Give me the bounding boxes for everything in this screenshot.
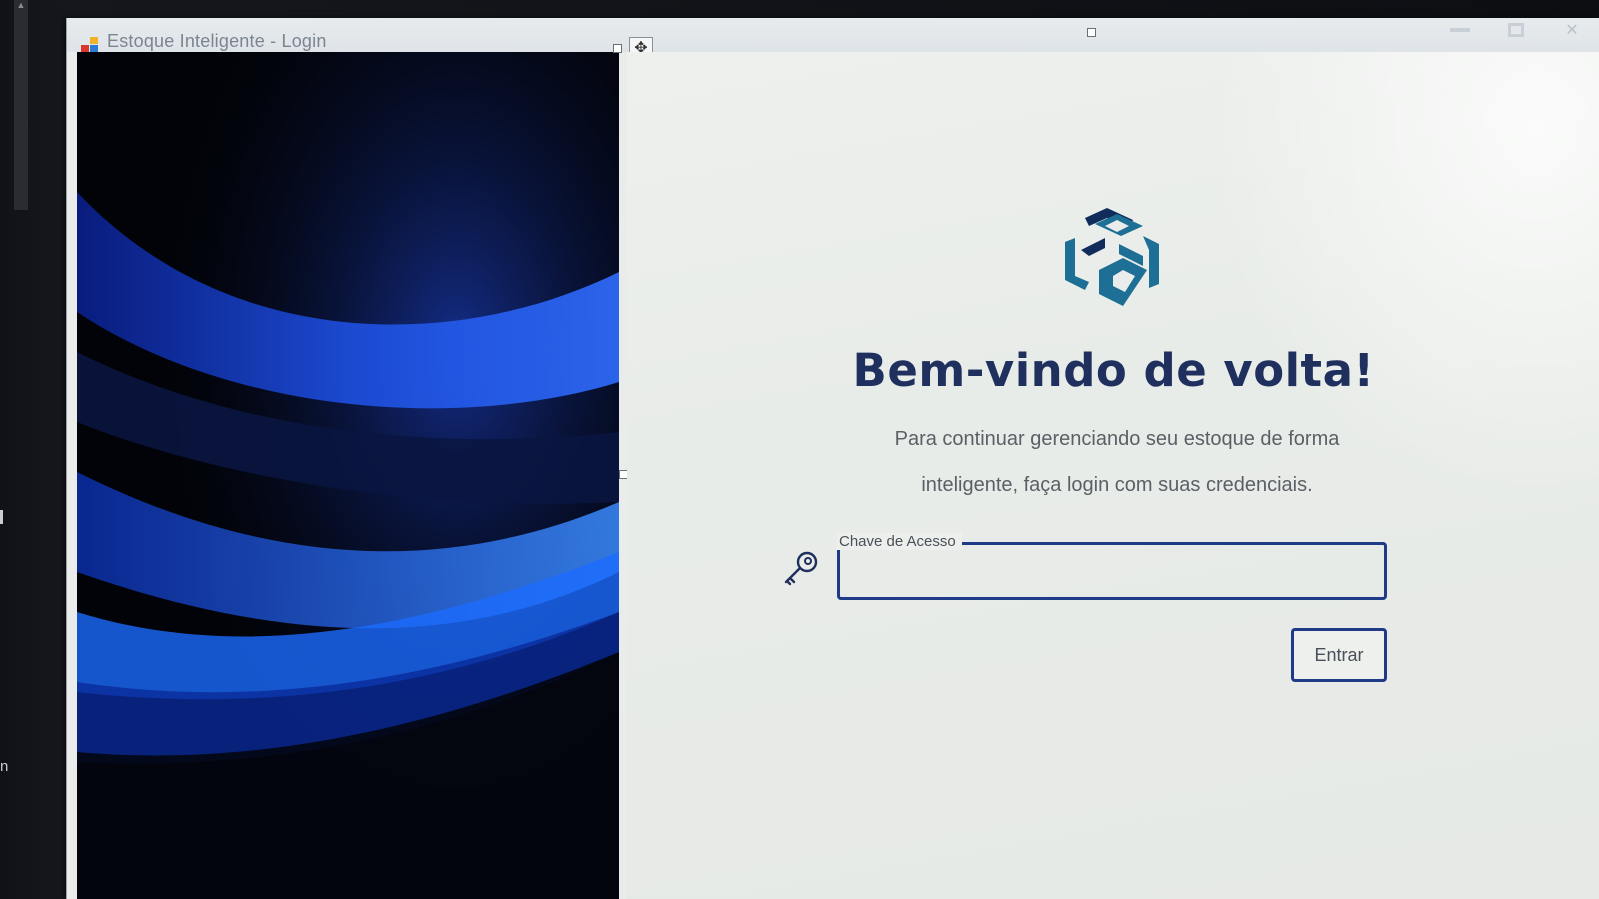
access-key-label: Chave de Acesso — [837, 533, 962, 550]
scroll-up-arrow-icon[interactable]: ▲ — [14, 0, 28, 10]
maximize-button[interactable] — [1488, 18, 1544, 42]
close-button[interactable]: ✕ — [1544, 18, 1599, 42]
key-icon — [784, 551, 818, 586]
left-scrollbar[interactable] — [14, 0, 28, 210]
left-edge-mark — [0, 510, 3, 524]
resize-handle-top-right[interactable] — [613, 44, 622, 53]
welcome-subtitle: Para continuar gerenciando seu estoque d… — [894, 428, 1340, 496]
login-panel: Bem-vindo de volta! Para continuar geren… — [627, 52, 1599, 899]
title-bar[interactable]: Estoque Inteligente - Login ✕ — [67, 18, 1599, 52]
close-icon: ✕ — [1565, 22, 1579, 39]
window-controls: ✕ — [1432, 18, 1599, 44]
minimize-button[interactable] — [1432, 18, 1488, 42]
desktop-background: ▲ n Estoque Inteligente - Login ✕ ✥ Bem-… — [0, 0, 1599, 899]
access-key-input[interactable] — [845, 560, 1379, 590]
maximize-icon — [1508, 23, 1524, 37]
side-picture-box[interactable] — [77, 52, 619, 899]
app-logo-icon — [81, 37, 99, 53]
welcome-heading: Bem-vindo de volta! — [852, 344, 1375, 397]
enter-button[interactable]: Entrar — [1291, 628, 1387, 682]
minimize-icon — [1450, 28, 1470, 32]
window-title: Estoque Inteligente - Login — [107, 31, 327, 51]
blue-waves-image — [77, 52, 619, 899]
access-key-group: Chave de Acesso — [837, 533, 1387, 602]
login-form-window: Estoque Inteligente - Login ✕ ✥ Bem-vind… — [66, 18, 1599, 899]
brand-cube-logo — [1065, 208, 1159, 306]
left-edge-text: n — [0, 758, 9, 775]
resize-handle-top[interactable] — [1087, 28, 1096, 37]
